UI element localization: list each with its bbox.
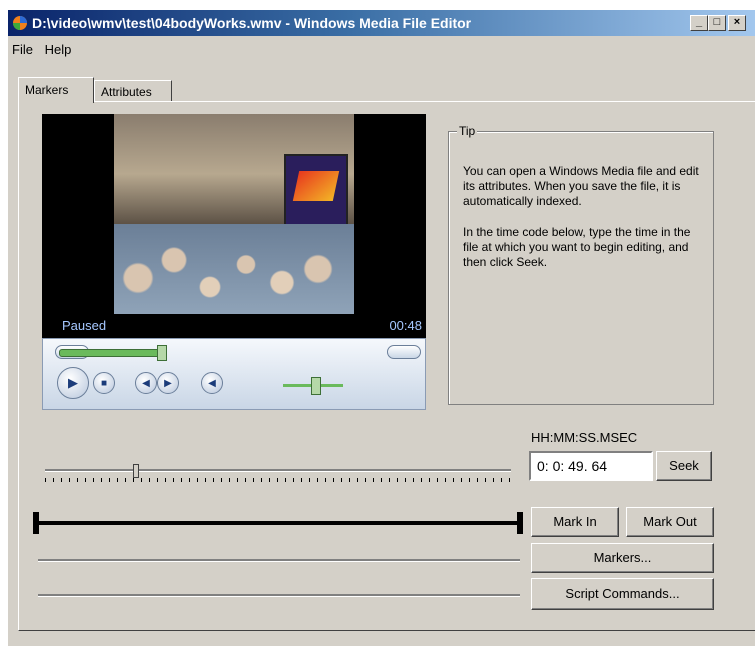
mark-in-button[interactable]: Mark In bbox=[531, 507, 619, 537]
play-icon[interactable]: ▶ bbox=[57, 367, 89, 399]
seek-bar[interactable] bbox=[59, 349, 161, 357]
tab-markers[interactable]: Markers bbox=[18, 77, 94, 103]
playback-status: Paused bbox=[62, 318, 107, 333]
video-display[interactable]: Paused 00:48 bbox=[42, 114, 426, 338]
menu-file[interactable]: File bbox=[8, 40, 37, 60]
app-icon bbox=[13, 16, 27, 30]
menu-bar: File Help bbox=[8, 40, 75, 60]
playback-time: 00:48 bbox=[389, 318, 422, 333]
player-controls: ▶ ■ ◀ ▶ ◀ bbox=[42, 338, 426, 410]
previous-icon[interactable]: ◀ bbox=[135, 372, 157, 394]
timecode-input[interactable]: 0: 0: 49. 64 bbox=[529, 451, 653, 481]
mark-out-button[interactable]: Mark Out bbox=[626, 507, 714, 537]
seek-button[interactable]: Seek bbox=[656, 451, 712, 481]
markers-button[interactable]: Markers... bbox=[531, 543, 714, 573]
timecode-label: HH:MM:SS.MSEC bbox=[531, 430, 638, 445]
title-bar[interactable]: D:\video\wmv\test\04bodyWorks.wmv - Wind… bbox=[8, 10, 755, 36]
mark-range-bar bbox=[36, 521, 522, 525]
position-slider-ticks bbox=[45, 478, 511, 482]
position-slider-thumb[interactable] bbox=[133, 464, 139, 478]
position-slider-track[interactable] bbox=[45, 469, 511, 472]
divider-line-1 bbox=[38, 559, 520, 562]
window-title: D:\video\wmv\test\04bodyWorks.wmv - Wind… bbox=[32, 15, 472, 31]
audience bbox=[114, 224, 354, 314]
mute-icon[interactable]: ◀ bbox=[201, 372, 223, 394]
minimize-button[interactable]: _ bbox=[690, 15, 708, 31]
video-frame bbox=[114, 114, 354, 314]
next-icon[interactable]: ▶ bbox=[157, 372, 179, 394]
volume-thumb[interactable] bbox=[311, 377, 321, 395]
fast-forward-pill-icon[interactable] bbox=[387, 345, 421, 359]
mark-out-handle[interactable] bbox=[517, 512, 523, 534]
menu-help[interactable]: Help bbox=[41, 40, 76, 60]
divider-line-2 bbox=[38, 594, 520, 597]
mark-in-handle[interactable] bbox=[33, 512, 39, 534]
tip-paragraph-2: In the time code below, type the time in… bbox=[463, 225, 691, 269]
seek-thumb[interactable] bbox=[157, 345, 167, 361]
tab-attributes[interactable]: Attributes bbox=[94, 80, 172, 102]
maximize-button[interactable]: □ bbox=[708, 15, 726, 31]
close-button[interactable]: × bbox=[728, 15, 746, 31]
script-commands-button[interactable]: Script Commands... bbox=[531, 578, 714, 610]
tip-legend: Tip bbox=[457, 124, 478, 138]
tip-group: Tip You can open a Windows Media file an… bbox=[448, 124, 714, 405]
tip-text: You can open a Windows Media file and ed… bbox=[463, 164, 699, 286]
stop-icon[interactable]: ■ bbox=[93, 372, 115, 394]
tip-paragraph-1: You can open a Windows Media file and ed… bbox=[463, 164, 699, 208]
